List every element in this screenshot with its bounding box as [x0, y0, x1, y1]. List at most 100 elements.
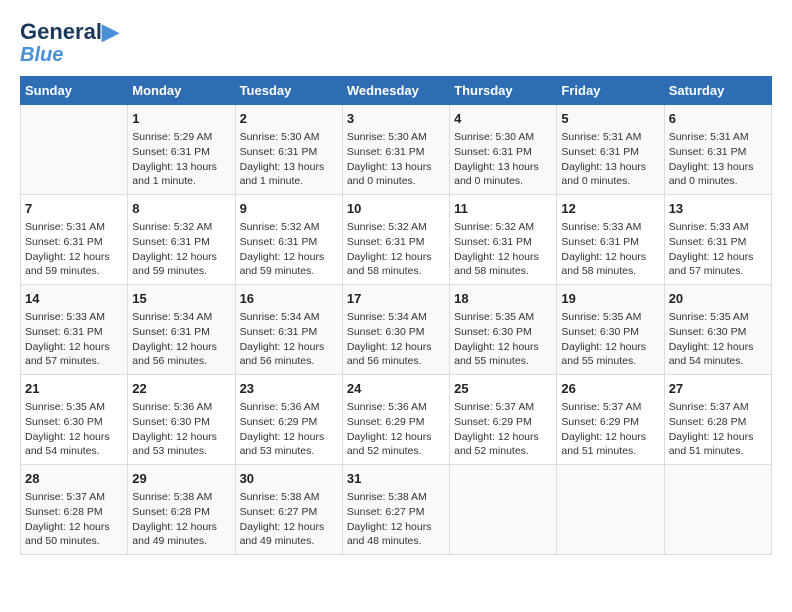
day-cell: 26 Sunrise: 5:37 AM Sunset: 6:29 PM Dayli…	[557, 375, 664, 465]
header-cell-thursday: Thursday	[450, 77, 557, 105]
day-cell: 29 Sunrise: 5:38 AM Sunset: 6:28 PM Dayli…	[128, 464, 235, 554]
day-cell: 4 Sunrise: 5:30 AM Sunset: 6:31 PM Daylig…	[450, 105, 557, 195]
day-cell: 2Sunrise: 5:30 AM Sunset: 6:31 PM Daylig…	[235, 105, 342, 195]
day-info: Sunrise: 5:35 AM Sunset: 6:30 PM Dayligh…	[561, 310, 659, 369]
header-cell-friday: Friday	[557, 77, 664, 105]
day-cell: 10 Sunrise: 5:32 AM Sunset: 6:31 PM Dayli…	[342, 195, 449, 285]
day-info: Sunrise: 5:38 AM Sunset: 6:27 PM Dayligh…	[240, 490, 338, 549]
day-info: Sunrise: 5:37 AM Sunset: 6:29 PM Dayligh…	[561, 400, 659, 459]
day-cell: 27 Sunrise: 5:37 AM Sunset: 6:28 PM Dayli…	[664, 375, 771, 465]
day-number: 18	[454, 290, 552, 308]
day-cell: 5 Sunrise: 5:31 AM Sunset: 6:31 PM Daylig…	[557, 105, 664, 195]
day-info: Sunrise: 5:35 AM Sunset: 6:30 PM Dayligh…	[669, 310, 767, 369]
logo-text: General▶	[20, 20, 119, 44]
day-cell: 21Sunrise: 5:35 AM Sunset: 6:30 PM Dayli…	[21, 375, 128, 465]
day-number: 17	[347, 290, 445, 308]
day-number: 26	[561, 380, 659, 398]
header-cell-saturday: Saturday	[664, 77, 771, 105]
day-cell: 20 Sunrise: 5:35 AM Sunset: 6:30 PM Dayli…	[664, 285, 771, 375]
day-number: 19	[561, 290, 659, 308]
day-info: Sunrise: 5:37 AM Sunset: 6:29 PM Dayligh…	[454, 400, 552, 459]
day-number: 23	[240, 380, 338, 398]
week-row-2: 7 Sunrise: 5:31 AM Sunset: 6:31 PM Daylig…	[21, 195, 772, 285]
day-number: 3	[347, 110, 445, 128]
day-number: 24	[347, 380, 445, 398]
day-info: Sunrise: 5:31 AM Sunset: 6:31 PM Dayligh…	[669, 130, 767, 189]
day-number: 16	[240, 290, 338, 308]
day-number: 21	[25, 380, 123, 398]
day-cell	[21, 105, 128, 195]
day-info: Sunrise: 5:37 AM Sunset: 6:28 PM Dayligh…	[25, 490, 123, 549]
day-number: 29	[132, 470, 230, 488]
day-info: Sunrise: 5:32 AM Sunset: 6:31 PM Dayligh…	[347, 220, 445, 279]
day-cell: 12 Sunrise: 5:33 AM Sunset: 6:31 PM Dayli…	[557, 195, 664, 285]
day-cell: 6Sunrise: 5:31 AM Sunset: 6:31 PM Daylig…	[664, 105, 771, 195]
day-number: 8	[132, 200, 230, 218]
page-header: General▶ Blue	[20, 20, 772, 66]
day-number: 1	[132, 110, 230, 128]
day-number: 30	[240, 470, 338, 488]
day-cell: 17 Sunrise: 5:34 AM Sunset: 6:30 PM Dayli…	[342, 285, 449, 375]
calendar-table: SundayMondayTuesdayWednesdayThursdayFrid…	[20, 76, 772, 555]
day-info: Sunrise: 5:32 AM Sunset: 6:31 PM Dayligh…	[454, 220, 552, 279]
week-row-4: 21Sunrise: 5:35 AM Sunset: 6:30 PM Dayli…	[21, 375, 772, 465]
day-cell: 3 Sunrise: 5:30 AM Sunset: 6:31 PM Daylig…	[342, 105, 449, 195]
day-cell	[557, 464, 664, 554]
day-number: 13	[669, 200, 767, 218]
day-number: 7	[25, 200, 123, 218]
week-row-1: 1 Sunrise: 5:29 AM Sunset: 6:31 PM Daylig…	[21, 105, 772, 195]
header-cell-tuesday: Tuesday	[235, 77, 342, 105]
day-cell: 18 Sunrise: 5:35 AM Sunset: 6:30 PM Dayli…	[450, 285, 557, 375]
header-row: SundayMondayTuesdayWednesdayThursdayFrid…	[21, 77, 772, 105]
header-cell-wednesday: Wednesday	[342, 77, 449, 105]
day-cell: 19 Sunrise: 5:35 AM Sunset: 6:30 PM Dayli…	[557, 285, 664, 375]
day-number: 12	[561, 200, 659, 218]
day-cell: 30 Sunrise: 5:38 AM Sunset: 6:27 PM Dayli…	[235, 464, 342, 554]
week-row-5: 28 Sunrise: 5:37 AM Sunset: 6:28 PM Dayli…	[21, 464, 772, 554]
logo: General▶ Blue	[20, 20, 119, 66]
day-info: Sunrise: 5:33 AM Sunset: 6:31 PM Dayligh…	[561, 220, 659, 279]
day-cell: 28 Sunrise: 5:37 AM Sunset: 6:28 PM Dayli…	[21, 464, 128, 554]
day-cell: 25 Sunrise: 5:37 AM Sunset: 6:29 PM Dayli…	[450, 375, 557, 465]
logo-subtext: Blue	[20, 44, 63, 66]
day-cell: 8 Sunrise: 5:32 AM Sunset: 6:31 PM Daylig…	[128, 195, 235, 285]
day-number: 5	[561, 110, 659, 128]
day-info: Sunrise: 5:31 AM Sunset: 6:31 PM Dayligh…	[25, 220, 123, 279]
day-number: 9	[240, 200, 338, 218]
day-info: Sunrise: 5:29 AM Sunset: 6:31 PM Dayligh…	[132, 130, 230, 189]
day-info: Sunrise: 5:34 AM Sunset: 6:31 PM Dayligh…	[240, 310, 338, 369]
day-cell: 23 Sunrise: 5:36 AM Sunset: 6:29 PM Dayli…	[235, 375, 342, 465]
day-number: 4	[454, 110, 552, 128]
day-info: Sunrise: 5:36 AM Sunset: 6:29 PM Dayligh…	[240, 400, 338, 459]
day-cell: 9Sunrise: 5:32 AM Sunset: 6:31 PM Daylig…	[235, 195, 342, 285]
day-info: Sunrise: 5:34 AM Sunset: 6:31 PM Dayligh…	[132, 310, 230, 369]
day-cell: 1 Sunrise: 5:29 AM Sunset: 6:31 PM Daylig…	[128, 105, 235, 195]
day-number: 20	[669, 290, 767, 308]
day-cell: 11Sunrise: 5:32 AM Sunset: 6:31 PM Dayli…	[450, 195, 557, 285]
day-info: Sunrise: 5:37 AM Sunset: 6:28 PM Dayligh…	[669, 400, 767, 459]
day-cell: 7 Sunrise: 5:31 AM Sunset: 6:31 PM Daylig…	[21, 195, 128, 285]
day-info: Sunrise: 5:32 AM Sunset: 6:31 PM Dayligh…	[132, 220, 230, 279]
day-info: Sunrise: 5:38 AM Sunset: 6:28 PM Dayligh…	[132, 490, 230, 549]
day-info: Sunrise: 5:30 AM Sunset: 6:31 PM Dayligh…	[347, 130, 445, 189]
day-info: Sunrise: 5:36 AM Sunset: 6:30 PM Dayligh…	[132, 400, 230, 459]
day-number: 2	[240, 110, 338, 128]
header-cell-sunday: Sunday	[21, 77, 128, 105]
day-info: Sunrise: 5:30 AM Sunset: 6:31 PM Dayligh…	[454, 130, 552, 189]
day-cell: 22Sunrise: 5:36 AM Sunset: 6:30 PM Dayli…	[128, 375, 235, 465]
day-number: 27	[669, 380, 767, 398]
day-cell: 31Sunrise: 5:38 AM Sunset: 6:27 PM Dayli…	[342, 464, 449, 554]
day-number: 28	[25, 470, 123, 488]
day-info: Sunrise: 5:35 AM Sunset: 6:30 PM Dayligh…	[454, 310, 552, 369]
day-info: Sunrise: 5:34 AM Sunset: 6:30 PM Dayligh…	[347, 310, 445, 369]
day-cell	[664, 464, 771, 554]
day-info: Sunrise: 5:36 AM Sunset: 6:29 PM Dayligh…	[347, 400, 445, 459]
day-cell: 14Sunrise: 5:33 AM Sunset: 6:31 PM Dayli…	[21, 285, 128, 375]
header-cell-monday: Monday	[128, 77, 235, 105]
day-cell: 15 Sunrise: 5:34 AM Sunset: 6:31 PM Dayli…	[128, 285, 235, 375]
day-number: 25	[454, 380, 552, 398]
day-number: 15	[132, 290, 230, 308]
day-info: Sunrise: 5:31 AM Sunset: 6:31 PM Dayligh…	[561, 130, 659, 189]
day-number: 10	[347, 200, 445, 218]
day-cell: 24 Sunrise: 5:36 AM Sunset: 6:29 PM Dayli…	[342, 375, 449, 465]
